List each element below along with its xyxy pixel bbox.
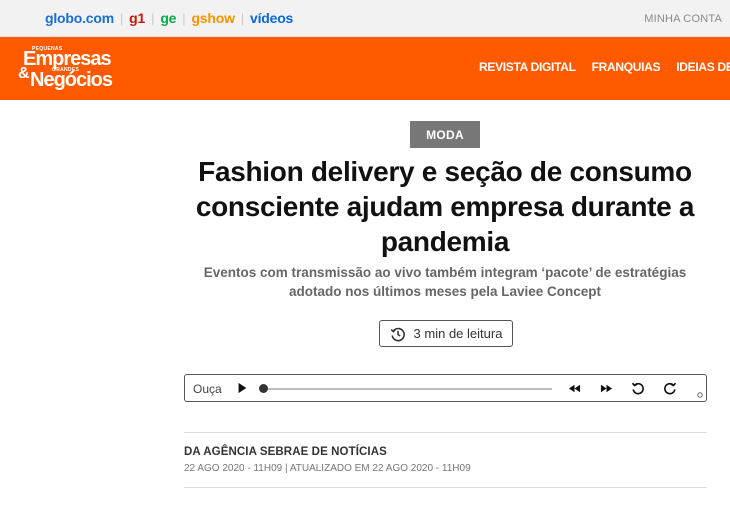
read-time-badge: 3 min de leitura xyxy=(379,320,513,347)
logo-ampersand: & xyxy=(18,65,30,82)
fast-forward-icon[interactable] xyxy=(599,381,613,395)
redo-icon[interactable] xyxy=(663,381,677,395)
search-icon xyxy=(697,392,703,398)
rewind-icon[interactable] xyxy=(567,381,581,395)
section-tag[interactable]: MODA xyxy=(410,121,480,148)
separator: | xyxy=(240,10,244,26)
article-title: Fashion delivery e seção de consumo cons… xyxy=(195,156,695,257)
undo-icon[interactable] xyxy=(631,381,645,395)
author-byline: DA AGÊNCIA SEBRAE DE NOTÍCIAS xyxy=(184,446,387,458)
divider xyxy=(184,487,707,488)
site-logo[interactable]: PEQUENAS Empresas & GRANDES Negócios xyxy=(18,43,118,93)
logo-line2: Negócios xyxy=(30,69,113,91)
link-globo-com[interactable]: globo.com xyxy=(45,10,114,26)
article-subtitle: Eventos com transmissão ao vivo também i… xyxy=(203,265,687,299)
main-nav: REVISTA DIGITAL FRANQUIAS IDEIAS DE NEGÓ… xyxy=(479,60,730,74)
link-g1[interactable]: g1 xyxy=(129,10,145,26)
separator: | xyxy=(182,10,186,26)
link-videos[interactable]: vídeos xyxy=(250,10,293,26)
read-time-label: 3 min de leitura xyxy=(413,326,503,341)
logo-line1: Empresas xyxy=(23,48,112,70)
progress-track[interactable] xyxy=(262,388,552,390)
nav-item-ideias-de-negocios[interactable]: IDEIAS DE NEGÓCIOS xyxy=(676,60,730,74)
separator: | xyxy=(119,10,124,26)
divider xyxy=(184,432,707,433)
player-label: Ouça xyxy=(193,382,222,396)
link-ge[interactable]: ge xyxy=(160,10,176,26)
clock-icon xyxy=(390,327,405,341)
nav-item-revista-digital[interactable]: REVISTA DIGITAL xyxy=(479,60,576,74)
nav-item-franquias[interactable]: FRANQUIAS xyxy=(592,60,661,74)
audio-player: Ouça xyxy=(184,374,707,402)
play-icon[interactable] xyxy=(235,381,249,395)
site-header: PEQUENAS Empresas & GRANDES Negócios REV… xyxy=(0,37,730,100)
globo-network-links: globo.com | g1 | ge | gshow | vídeos xyxy=(45,10,293,26)
account-link[interactable]: MINHA CONTA xyxy=(644,13,722,25)
link-gshow[interactable]: gshow xyxy=(191,10,235,26)
progress-handle[interactable] xyxy=(259,384,268,393)
publish-dates: 22 AGO 2020 - 11H09 | ATUALIZADO EM 22 A… xyxy=(184,463,471,474)
separator: | xyxy=(151,10,155,26)
globo-top-bar: globo.com | g1 | ge | gshow | vídeos MIN… xyxy=(0,0,730,37)
